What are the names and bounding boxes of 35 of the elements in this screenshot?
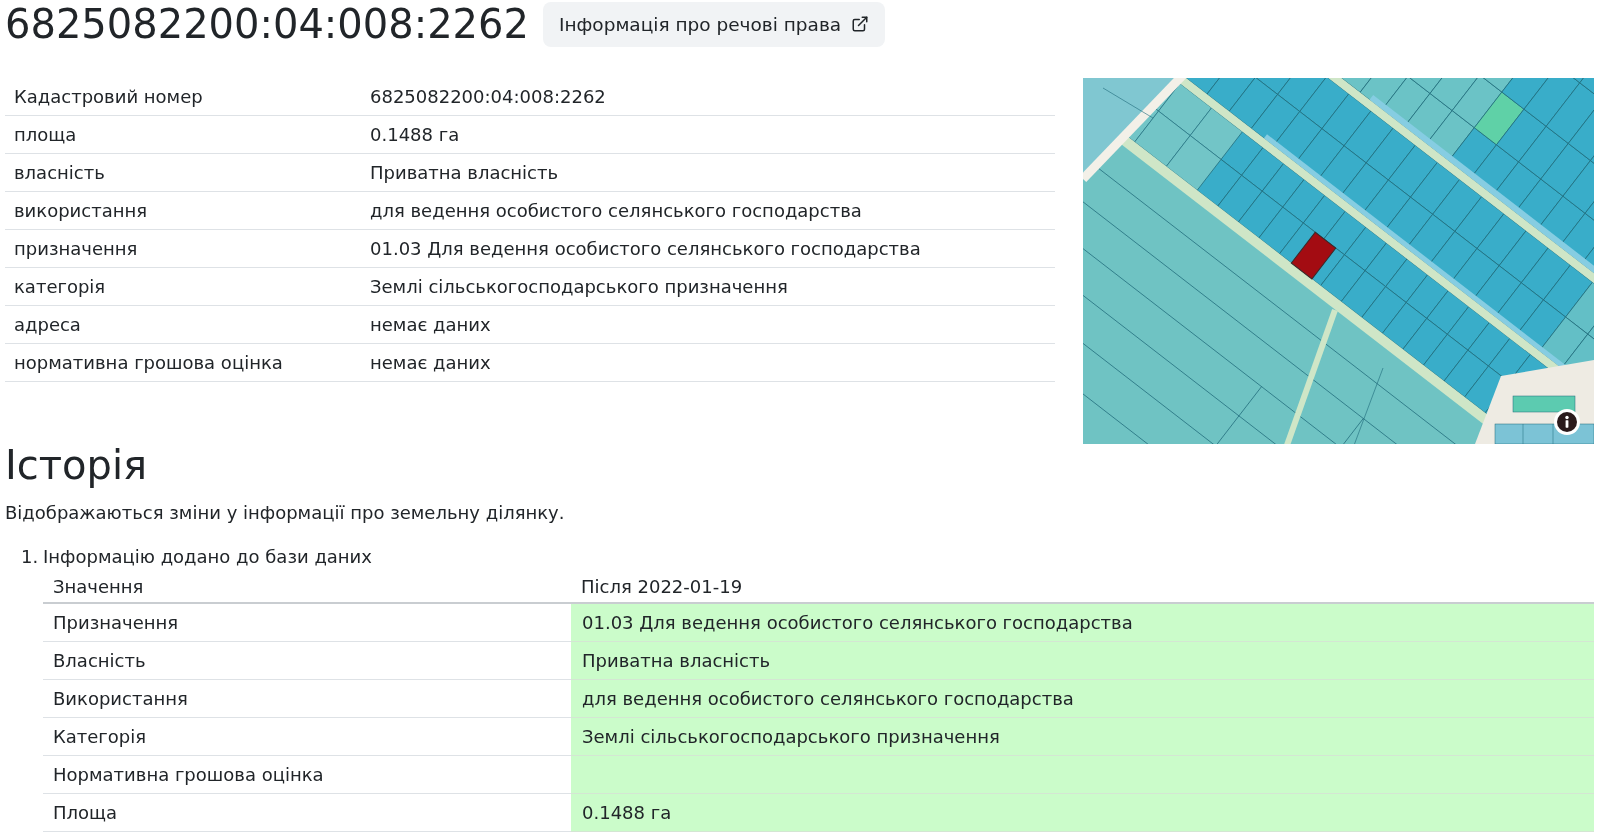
detail-label: категорія — [5, 268, 361, 306]
changed-value-cell: 01.03 Для ведення особистого селянського господарства — [571, 604, 1594, 642]
detail-value: 6825082200:04:008:2262 — [361, 78, 1055, 116]
page-title: 6825082200:04:008:2262 — [5, 0, 529, 48]
detail-label: Кадастровий номер — [5, 78, 361, 116]
changed-value-cell: для ведення особистого селянського господарства — [571, 680, 1594, 718]
detail-label: нормативна грошова оцінка — [5, 344, 361, 382]
table-cell: Площа — [43, 794, 571, 832]
external-link-icon — [851, 15, 870, 33]
detail-label: площа — [5, 116, 361, 154]
rights-info-link[interactable]: Інформація про речові права — [542, 1, 886, 47]
table-cell: Нормативна грошова оцінка — [43, 756, 571, 794]
table-cell: Власність — [43, 642, 571, 680]
detail-label: використання — [5, 192, 361, 230]
detail-label: власність — [5, 154, 361, 192]
detail-value: Землі сільськогосподарського призначення — [361, 268, 1055, 306]
detail-label: призначення — [5, 230, 361, 268]
detail-value: Приватна власність — [361, 154, 1055, 192]
list-number: 1. — [20, 545, 40, 569]
detail-value: 01.03 Для ведення особистого селянського господарства — [361, 230, 1055, 268]
table-cell: Категорія — [43, 718, 571, 756]
table-cell: Призначення — [43, 604, 571, 642]
detail-label: адреса — [5, 306, 361, 344]
detail-value: немає даних — [361, 344, 1055, 382]
detail-value: немає даних — [361, 306, 1055, 344]
section-description: Відображаються зміни у інформації про земельну ділянку. — [5, 501, 566, 525]
table-cell: Використання — [43, 680, 571, 718]
entry-title: Інформацію додано до бази даних — [43, 545, 372, 569]
detail-value: для ведення особистого селянського господарства — [361, 192, 1055, 230]
changed-value-cell: Землі сільськогосподарського призначення — [571, 718, 1594, 756]
info-icon[interactable] — [1554, 409, 1580, 435]
column-header: Значення — [43, 570, 571, 604]
detail-value: 0.1488 га — [361, 116, 1055, 154]
changed-value-cell: 0.1488 га — [571, 794, 1594, 832]
changed-value-cell: Приватна власність — [571, 642, 1594, 680]
